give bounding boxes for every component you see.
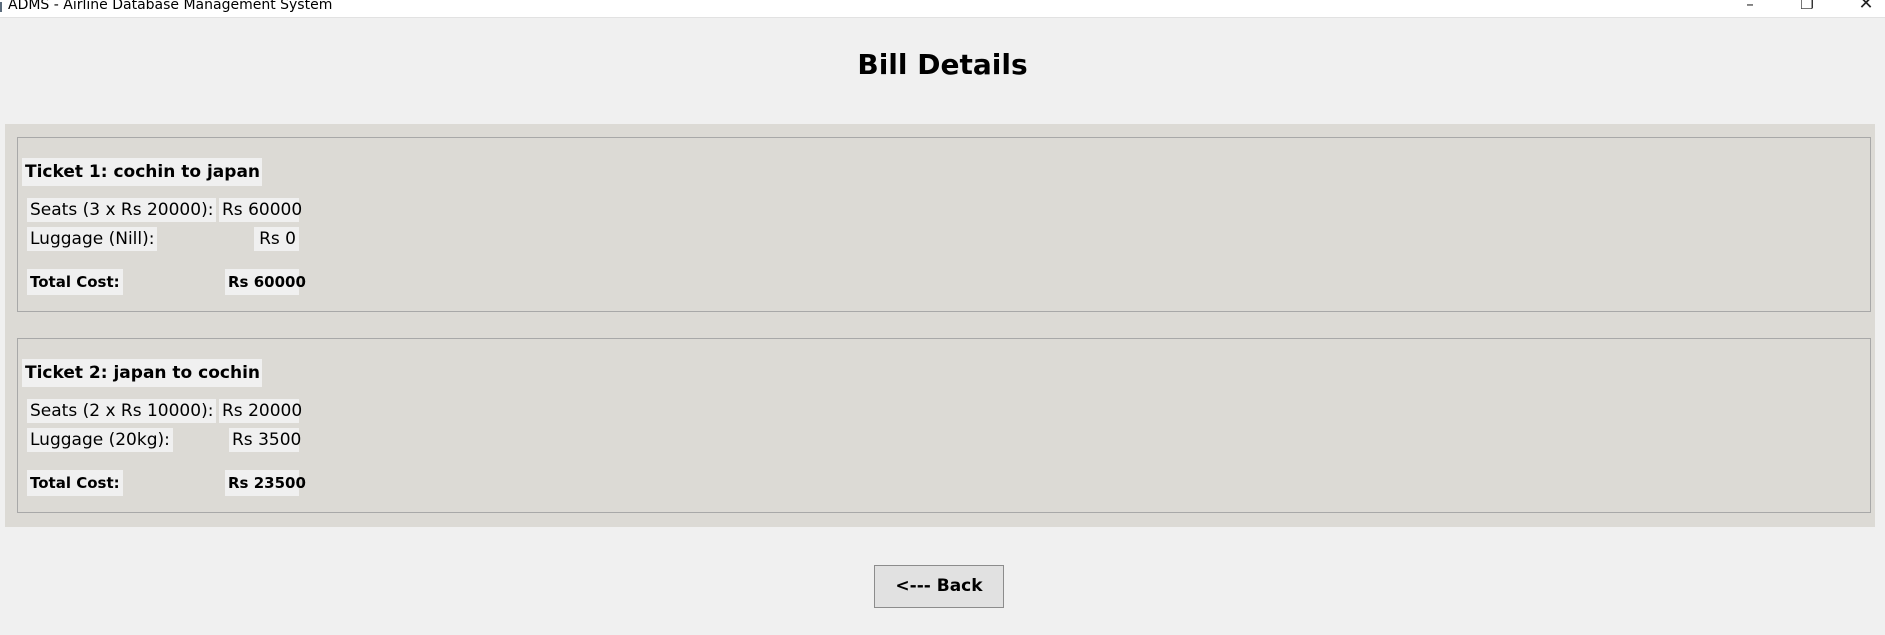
seats-label: Seats (3 x Rs 20000): [27, 198, 217, 222]
ticket-heading: Ticket 1: cochin to japan [22, 158, 263, 186]
ticket-card: Ticket 1: cochin to japan Seats (3 x Rs … [17, 137, 1871, 312]
seats-label: Seats (2 x Rs 10000): [27, 399, 217, 423]
window-titlebar: ADMS - Airline Database Management Syste… [0, 0, 1885, 18]
total-cost-value: Rs 60000 [225, 269, 306, 295]
total-cost-value: Rs 23500 [225, 470, 306, 496]
seats-value: Rs 60000 [219, 198, 302, 222]
luggage-value: Rs 0 [254, 227, 299, 251]
total-cost-label: Total Cost: [27, 269, 123, 295]
back-button[interactable]: <--- Back [874, 565, 1004, 608]
seats-value: Rs 20000 [219, 399, 302, 423]
ticket-heading: Ticket 2: japan to cochin [22, 359, 263, 387]
app-icon [0, 2, 2, 12]
page-title: Bill Details [857, 48, 1028, 81]
total-cost-label: Total Cost: [27, 470, 123, 496]
close-icon[interactable]: ✕ [1846, 0, 1885, 14]
ticket-card: Ticket 2: japan to cochin Seats (2 x Rs … [17, 338, 1871, 513]
maximize-icon[interactable]: ❐ [1787, 0, 1827, 14]
luggage-value: Rs 3500 [229, 428, 301, 452]
luggage-label: Luggage (20kg): [27, 428, 173, 452]
minimize-icon[interactable]: – [1730, 0, 1770, 14]
luggage-label: Luggage (Nill): [27, 227, 158, 251]
window-title: ADMS - Airline Database Management Syste… [8, 0, 333, 13]
